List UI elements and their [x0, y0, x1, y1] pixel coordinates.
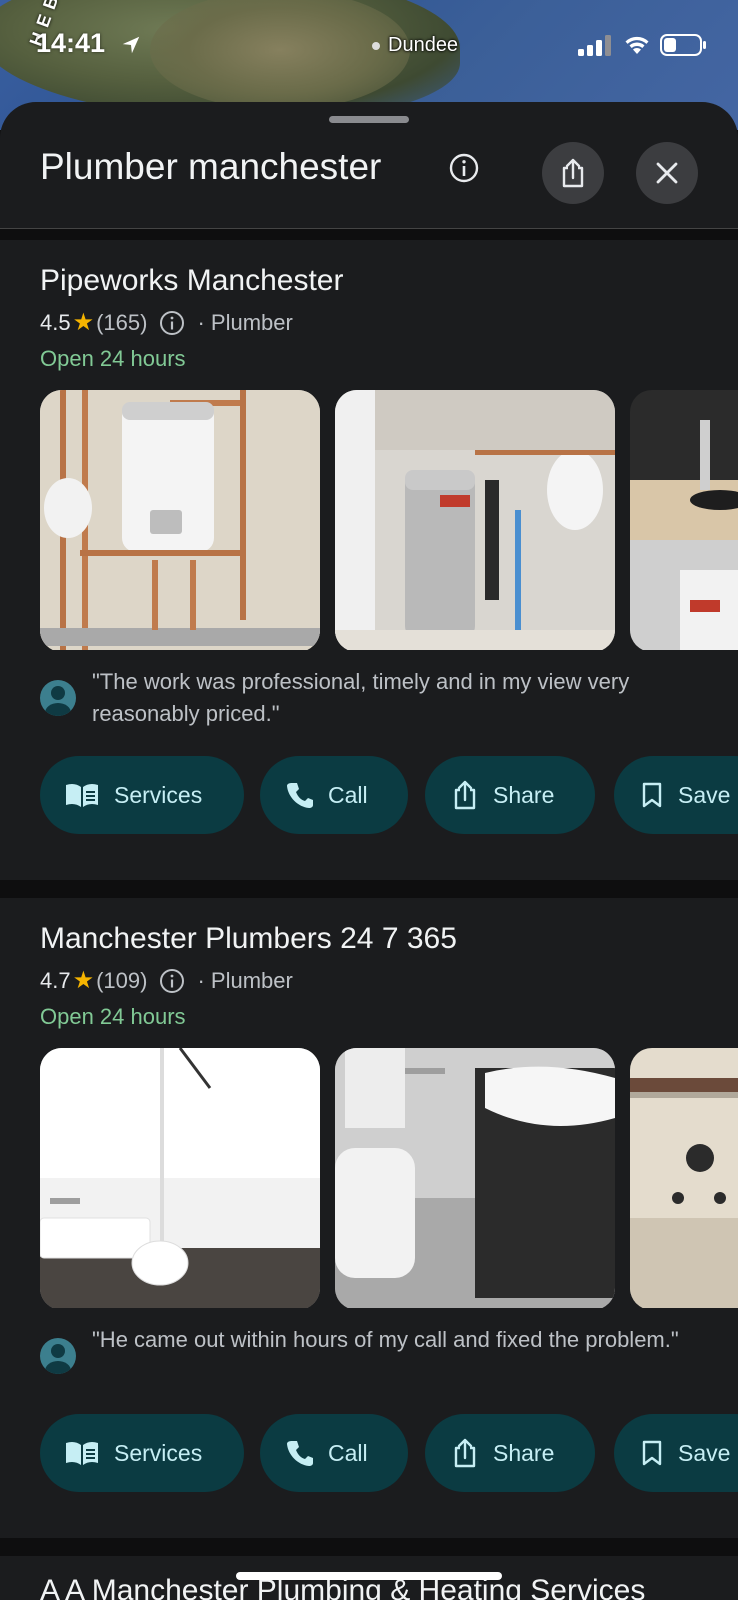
category-label: · Plumber [197, 967, 293, 993]
review-snippet[interactable]: "He came out within hours of my call and… [40, 1324, 720, 1374]
save-button[interactable]: Save [614, 1414, 738, 1492]
share-icon [454, 780, 476, 810]
services-label: Services [114, 1439, 203, 1466]
star-icon: ★ [72, 309, 95, 336]
signal-icon [578, 35, 611, 56]
services-button[interactable]: Services [40, 1414, 244, 1492]
map-place-label[interactable]: Dundee [372, 34, 458, 57]
save-label: Save [678, 781, 731, 808]
call-label: Call [328, 781, 368, 808]
place-dot-icon [372, 41, 380, 50]
rating-row: 4.7 ★ (109) · Plumber [40, 966, 293, 995]
result-card[interactable]: Manchester Plumbers 24 7 365 4.7 ★ (109)… [0, 898, 738, 1538]
review-text: "The work was professional, timely and i… [92, 669, 630, 726]
share-button[interactable]: Share [425, 756, 595, 834]
save-label: Save [678, 1439, 731, 1466]
phone-icon [287, 1441, 313, 1466]
status-time: 14:41 [36, 28, 106, 58]
business-photo[interactable] [40, 1048, 320, 1308]
photo-carousel[interactable] [40, 1048, 738, 1308]
services-label: Services [114, 781, 203, 808]
sheet-drag-handle[interactable] [329, 116, 409, 123]
hours-status: Open 24 hours [40, 1004, 186, 1029]
review-count: (109) [96, 967, 148, 993]
category-label: · Plumber [197, 309, 293, 335]
call-button[interactable]: Call [260, 1414, 408, 1492]
business-name[interactable]: Manchester Plumbers 24 7 365 [40, 922, 457, 956]
share-label: Share [493, 1439, 555, 1466]
business-photo[interactable] [630, 390, 738, 650]
services-book-icon [66, 1441, 98, 1465]
home-indicator[interactable] [236, 1572, 502, 1580]
review-snippet[interactable]: "The work was professional, timely and i… [40, 666, 720, 730]
share-icon [562, 158, 584, 188]
results-sheet: Plumber manchester Pipeworks Manchester … [0, 102, 738, 1600]
rating-value: 4.5 [40, 309, 71, 335]
call-label: Call [328, 1439, 368, 1466]
services-button[interactable]: Services [40, 756, 244, 834]
avatar-icon [40, 680, 76, 716]
info-icon[interactable] [159, 968, 185, 994]
info-icon[interactable] [448, 152, 480, 184]
share-button[interactable]: Share [425, 1414, 595, 1492]
share-list-button[interactable] [542, 142, 604, 204]
hours-status: Open 24 hours [40, 346, 186, 371]
location-arrow-icon [122, 36, 140, 54]
search-title: Plumber manchester [40, 146, 382, 187]
rating-value: 4.7 [40, 967, 71, 993]
business-name[interactable]: Pipeworks Manchester [40, 264, 343, 298]
save-button[interactable]: Save [614, 756, 738, 834]
place-name: Dundee [388, 34, 459, 56]
wifi-icon [625, 36, 649, 54]
avatar-icon [40, 1338, 76, 1374]
business-photo[interactable] [335, 1048, 615, 1308]
card-separator [0, 1538, 738, 1556]
bookmark-icon [642, 1440, 662, 1466]
star-icon: ★ [72, 967, 95, 994]
business-photo[interactable] [40, 390, 320, 650]
close-button[interactable] [636, 142, 698, 204]
review-count: (165) [96, 309, 148, 335]
battery-icon [660, 34, 706, 56]
card-separator [0, 880, 738, 898]
share-icon [454, 1438, 476, 1468]
call-button[interactable]: Call [260, 756, 408, 834]
action-chips: Services Call Share Save [40, 756, 738, 836]
action-chips: Services Call Share Save [40, 1414, 738, 1494]
business-photo[interactable] [630, 1048, 738, 1308]
photo-carousel[interactable] [40, 390, 738, 650]
header-divider [0, 228, 738, 240]
phone-icon [287, 783, 313, 808]
review-text: "He came out within hours of my call and… [92, 1327, 679, 1352]
rating-row: 4.5 ★ (165) · Plumber [40, 308, 293, 337]
info-icon[interactable] [159, 310, 185, 336]
close-icon [656, 162, 678, 184]
result-card[interactable]: Pipeworks Manchester 4.5 ★ (165) · Plumb… [0, 240, 738, 880]
business-photo[interactable] [335, 390, 615, 650]
bookmark-icon [642, 782, 662, 808]
share-label: Share [493, 781, 555, 808]
services-book-icon [66, 783, 98, 807]
